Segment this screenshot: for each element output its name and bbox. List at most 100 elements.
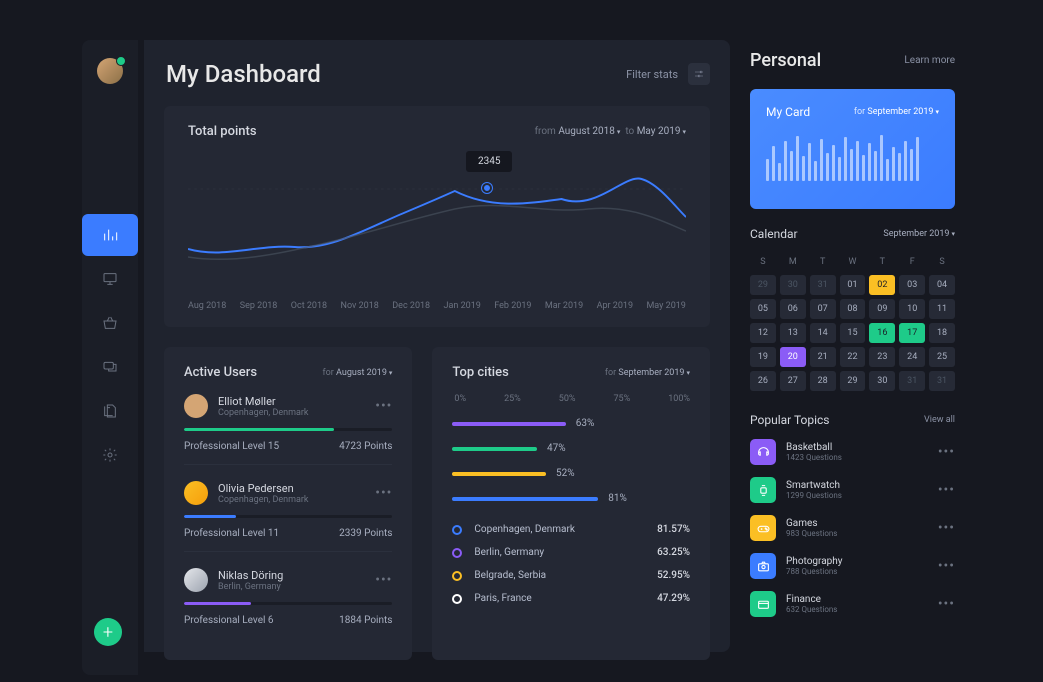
calendar-day[interactable]: 13 <box>780 323 806 343</box>
calendar-day[interactable]: 19 <box>750 347 776 367</box>
topic-row[interactable]: Photography788 Questions ••• <box>750 553 955 579</box>
nav-dashboard[interactable] <box>82 214 138 256</box>
filter-button[interactable]: Filter stats <box>626 63 710 85</box>
calendar-day[interactable]: 18 <box>929 323 955 343</box>
calendar-day[interactable]: 31 <box>810 275 836 295</box>
calendar-day[interactable]: 31 <box>929 371 955 391</box>
more-icon[interactable]: ••• <box>938 558 955 574</box>
user-row: Olivia PedersenCopenhagen, Denmark•••Pro… <box>184 481 392 552</box>
more-icon[interactable]: ••• <box>938 444 955 460</box>
calendar-day[interactable]: 10 <box>899 299 925 319</box>
bar <box>452 447 537 451</box>
more-icon[interactable]: ••• <box>938 482 955 498</box>
avatar[interactable] <box>97 58 123 84</box>
calendar-day[interactable]: 11 <box>929 299 955 319</box>
city-percent: 63.25% <box>657 547 690 558</box>
mycard-title: My Card <box>766 105 810 119</box>
nav-documents[interactable] <box>82 390 138 432</box>
calendar-day[interactable]: 01 <box>840 275 866 295</box>
calendar-day[interactable]: 14 <box>810 323 836 343</box>
x-axis: Aug 2018Sep 2018Oct 2018Nov 2018Dec 2018… <box>188 301 686 311</box>
topic-name: Photography <box>786 556 928 567</box>
calendar-day[interactable]: 28 <box>810 371 836 391</box>
topic-questions: 788 Questions <box>786 567 928 576</box>
topic-row[interactable]: Games983 Questions••• <box>750 515 955 541</box>
user-points: 4723 Points <box>339 441 392 452</box>
percent-axis: 0%25%50%75%100% <box>452 394 690 404</box>
calendar-day[interactable]: 03 <box>899 275 925 295</box>
topic-row[interactable]: Finance632 Questions••• <box>750 591 955 617</box>
user-level: Professional Level 6 <box>184 615 274 626</box>
topic-row[interactable]: Smartwatch1299 Questions••• <box>750 477 955 503</box>
points-chart: 2345 <box>188 149 686 289</box>
learn-more-link[interactable]: Learn more <box>904 55 955 66</box>
calendar-title: Calendar <box>750 227 798 241</box>
topic-name: Basketball <box>786 442 928 453</box>
calendar-day[interactable]: 08 <box>840 299 866 319</box>
city-row: Paris, France47.29% <box>452 587 690 610</box>
city-name: Belgrade, Serbia <box>474 570 645 581</box>
calendar-day[interactable]: 29 <box>750 275 776 295</box>
calendar-day[interactable]: 22 <box>840 347 866 367</box>
bar <box>452 497 598 501</box>
nav-messages[interactable] <box>82 346 138 388</box>
users-card: Active Users for August 2019 Elliot Møll… <box>164 347 412 660</box>
to-date[interactable]: May 2019 <box>637 126 686 137</box>
calendar-day[interactable]: 26 <box>750 371 776 391</box>
calendar-day[interactable]: 16 <box>869 323 895 343</box>
messages-icon <box>102 359 118 375</box>
barchart-icon <box>102 227 118 243</box>
calendar-day[interactable]: 15 <box>840 323 866 343</box>
calendar-day[interactable]: 09 <box>869 299 895 319</box>
view-all-link[interactable]: View all <box>924 415 955 425</box>
calendar-day[interactable]: 25 <box>929 347 955 367</box>
calendar-day[interactable]: 31 <box>899 371 925 391</box>
calendar-day[interactable]: 20 <box>780 347 806 367</box>
calendar-day[interactable]: 21 <box>810 347 836 367</box>
calendar-day[interactable]: 24 <box>899 347 925 367</box>
calendar-day[interactable]: 04 <box>929 275 955 295</box>
nav-settings[interactable] <box>82 434 138 476</box>
topics-title: Popular Topics <box>750 413 830 427</box>
calendar-day[interactable]: 27 <box>780 371 806 391</box>
points-title: Total points <box>188 124 257 139</box>
more-icon[interactable]: ••• <box>375 398 392 414</box>
calendar-day[interactable]: 30 <box>869 371 895 391</box>
topic-questions: 1423 Questions <box>786 453 928 462</box>
fab-add[interactable]: + <box>94 618 122 646</box>
basket-icon <box>102 315 118 331</box>
points-range: from August 2018 to May 2019 <box>535 126 686 137</box>
more-icon[interactable]: ••• <box>938 520 955 536</box>
calendar-day[interactable]: 06 <box>780 299 806 319</box>
bar <box>452 422 565 426</box>
calendar-day[interactable]: 30 <box>780 275 806 295</box>
nav-basket[interactable] <box>82 302 138 344</box>
calendar-range[interactable]: September 2019 <box>883 229 955 239</box>
my-card: My Card for September 2019 <box>750 89 955 209</box>
cities-range: for September 2019 <box>605 368 690 378</box>
bar-label: 81% <box>608 493 627 504</box>
weekday: F <box>899 253 925 271</box>
more-icon[interactable]: ••• <box>375 572 392 588</box>
user-level: Professional Level 11 <box>184 528 279 539</box>
calendar-day[interactable]: 05 <box>750 299 776 319</box>
main: My Dashboard Filter stats Total points f… <box>144 40 730 652</box>
calendar-day[interactable]: 12 <box>750 323 776 343</box>
topic-row[interactable]: Basketball1423 Questions ••• <box>750 439 955 465</box>
calendar-day[interactable]: 23 <box>869 347 895 367</box>
more-icon[interactable]: ••• <box>375 485 392 501</box>
topic-questions: 1299 Questions <box>786 491 928 500</box>
calendar-day[interactable]: 29 <box>840 371 866 391</box>
user-name: Elliot Møller <box>218 395 365 408</box>
more-icon[interactable]: ••• <box>938 596 955 612</box>
aside: Personal Learn more My Card for Septembe… <box>750 40 955 652</box>
aside-title: Personal <box>750 50 821 71</box>
calendar-day[interactable]: 07 <box>810 299 836 319</box>
calendar-day[interactable]: 17 <box>899 323 925 343</box>
from-date[interactable]: August 2018 <box>558 126 620 137</box>
bar-row: 81% <box>452 493 690 504</box>
sparkline <box>766 133 939 181</box>
nav-presentation[interactable] <box>82 258 138 300</box>
city-name: Copenhagen, Denmark <box>474 524 645 535</box>
calendar-day[interactable]: 02 <box>869 275 895 295</box>
